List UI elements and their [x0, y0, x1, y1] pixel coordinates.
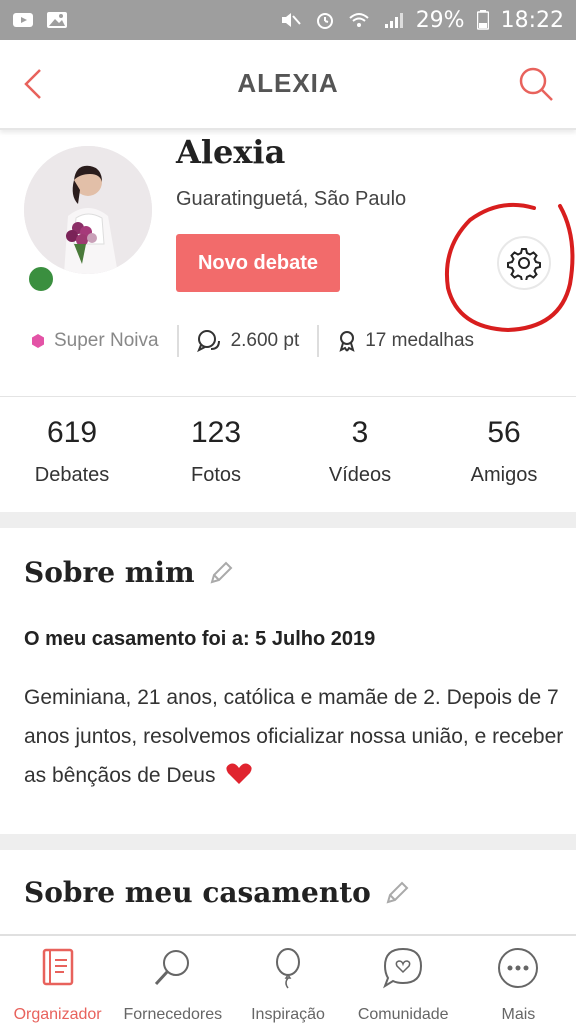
stat-label: Debates [34, 464, 110, 486]
settings-button[interactable] [497, 236, 551, 290]
search-icon [154, 950, 189, 986]
search-icon[interactable] [516, 64, 556, 104]
wedding-title: Sobre meu casamento [24, 876, 371, 909]
stat-value: 56 [487, 416, 521, 449]
bottom-nav: Organizador Fornecedores Inspiração Comu… [0, 934, 576, 1026]
nav-label: Mais [501, 1006, 536, 1023]
profile-badges: Super Noiva 2.600 pt 17 medalhas [30, 322, 474, 360]
section-gap [0, 834, 576, 850]
stat-debates[interactable]: 619 Debates [0, 398, 144, 510]
pencil-icon[interactable] [383, 879, 411, 907]
youtube-icon [13, 13, 33, 27]
hexagon-icon [32, 334, 44, 348]
page-title: ALEXIA [237, 68, 339, 98]
battery-icon [476, 10, 489, 30]
stat-amigos[interactable]: 56 Amigos [432, 398, 576, 510]
profile-stats: 619 Debates 123 Fotos 3 Vídeos 56 Amigos [0, 398, 576, 510]
planner-icon [42, 948, 73, 986]
level-label: Super Noiva [54, 330, 159, 351]
stat-label: Fotos [190, 464, 242, 486]
medals-label: 17 medalhas [365, 330, 475, 351]
medal-icon [339, 331, 355, 352]
chat-heart-icon [383, 947, 423, 989]
about-title: Sobre mim [24, 556, 195, 589]
nav-label: Inspiração [251, 1006, 325, 1023]
divider [176, 325, 179, 357]
bride-photo [24, 146, 152, 274]
stat-value: 123 [190, 416, 242, 449]
points-badge: 2.600 pt [196, 329, 300, 353]
online-status-dot [27, 265, 55, 293]
nav-label: Organizador [13, 1006, 102, 1023]
nav-inspiracao[interactable]: Inspiração [230, 936, 345, 1026]
gear-icon [507, 248, 541, 280]
alarm-icon [316, 13, 333, 29]
nav-label: Comunidade [357, 1006, 449, 1023]
stat-label: Vídeos [328, 464, 392, 486]
speech-bubbles-icon [196, 330, 220, 353]
profile-location: Guaratinguetá, São Paulo [176, 188, 407, 210]
stat-value: 3 [351, 416, 369, 449]
battery-percent: 29% [415, 7, 465, 33]
nav-organizador[interactable]: Organizador [0, 936, 115, 1026]
level-badge: Super Noiva [30, 330, 159, 352]
nav-comunidade[interactable]: Comunidade [346, 936, 461, 1026]
pencil-icon[interactable] [207, 559, 235, 587]
points-label: 2.600 pt [230, 330, 300, 351]
divider [317, 325, 320, 357]
section-gap [0, 512, 576, 528]
more-icon [498, 948, 539, 988]
about-section-title: Sobre mim [24, 556, 235, 589]
avatar[interactable] [24, 146, 152, 274]
about-text: Geminiana, 21 anos, católica e mamãe de … [24, 678, 564, 795]
profile-name: Alexia [176, 133, 286, 171]
wedding-section-title: Sobre meu casamento [24, 876, 411, 909]
signal-icon [384, 13, 403, 28]
nav-fornecedores[interactable]: Fornecedores [115, 936, 230, 1026]
nav-mais[interactable]: Mais [461, 936, 576, 1026]
new-debate-button[interactable]: Novo debate [176, 234, 340, 292]
clock: 18:22 [500, 7, 564, 33]
mute-icon [281, 13, 301, 27]
heart-icon [226, 763, 252, 784]
divider [0, 396, 576, 397]
about-body: Geminiana, 21 anos, católica e mamãe de … [24, 686, 564, 787]
status-bar: 29% 18:22 [0, 0, 576, 40]
nav-label: Fornecedores [123, 1006, 223, 1023]
stat-label: Amigos [470, 464, 538, 486]
medals-badge: 17 medalhas [337, 330, 474, 352]
wifi-icon [349, 13, 369, 27]
stat-videos[interactable]: 3 Vídeos [288, 398, 432, 510]
app-header: ALEXIA [0, 40, 576, 130]
stat-fotos[interactable]: 123 Fotos [144, 398, 288, 510]
balloon-icon [276, 948, 300, 989]
gallery-icon [47, 12, 67, 28]
stat-value: 619 [46, 416, 98, 449]
wedding-date: O meu casamento foi a: 5 Julho 2019 [24, 628, 376, 650]
